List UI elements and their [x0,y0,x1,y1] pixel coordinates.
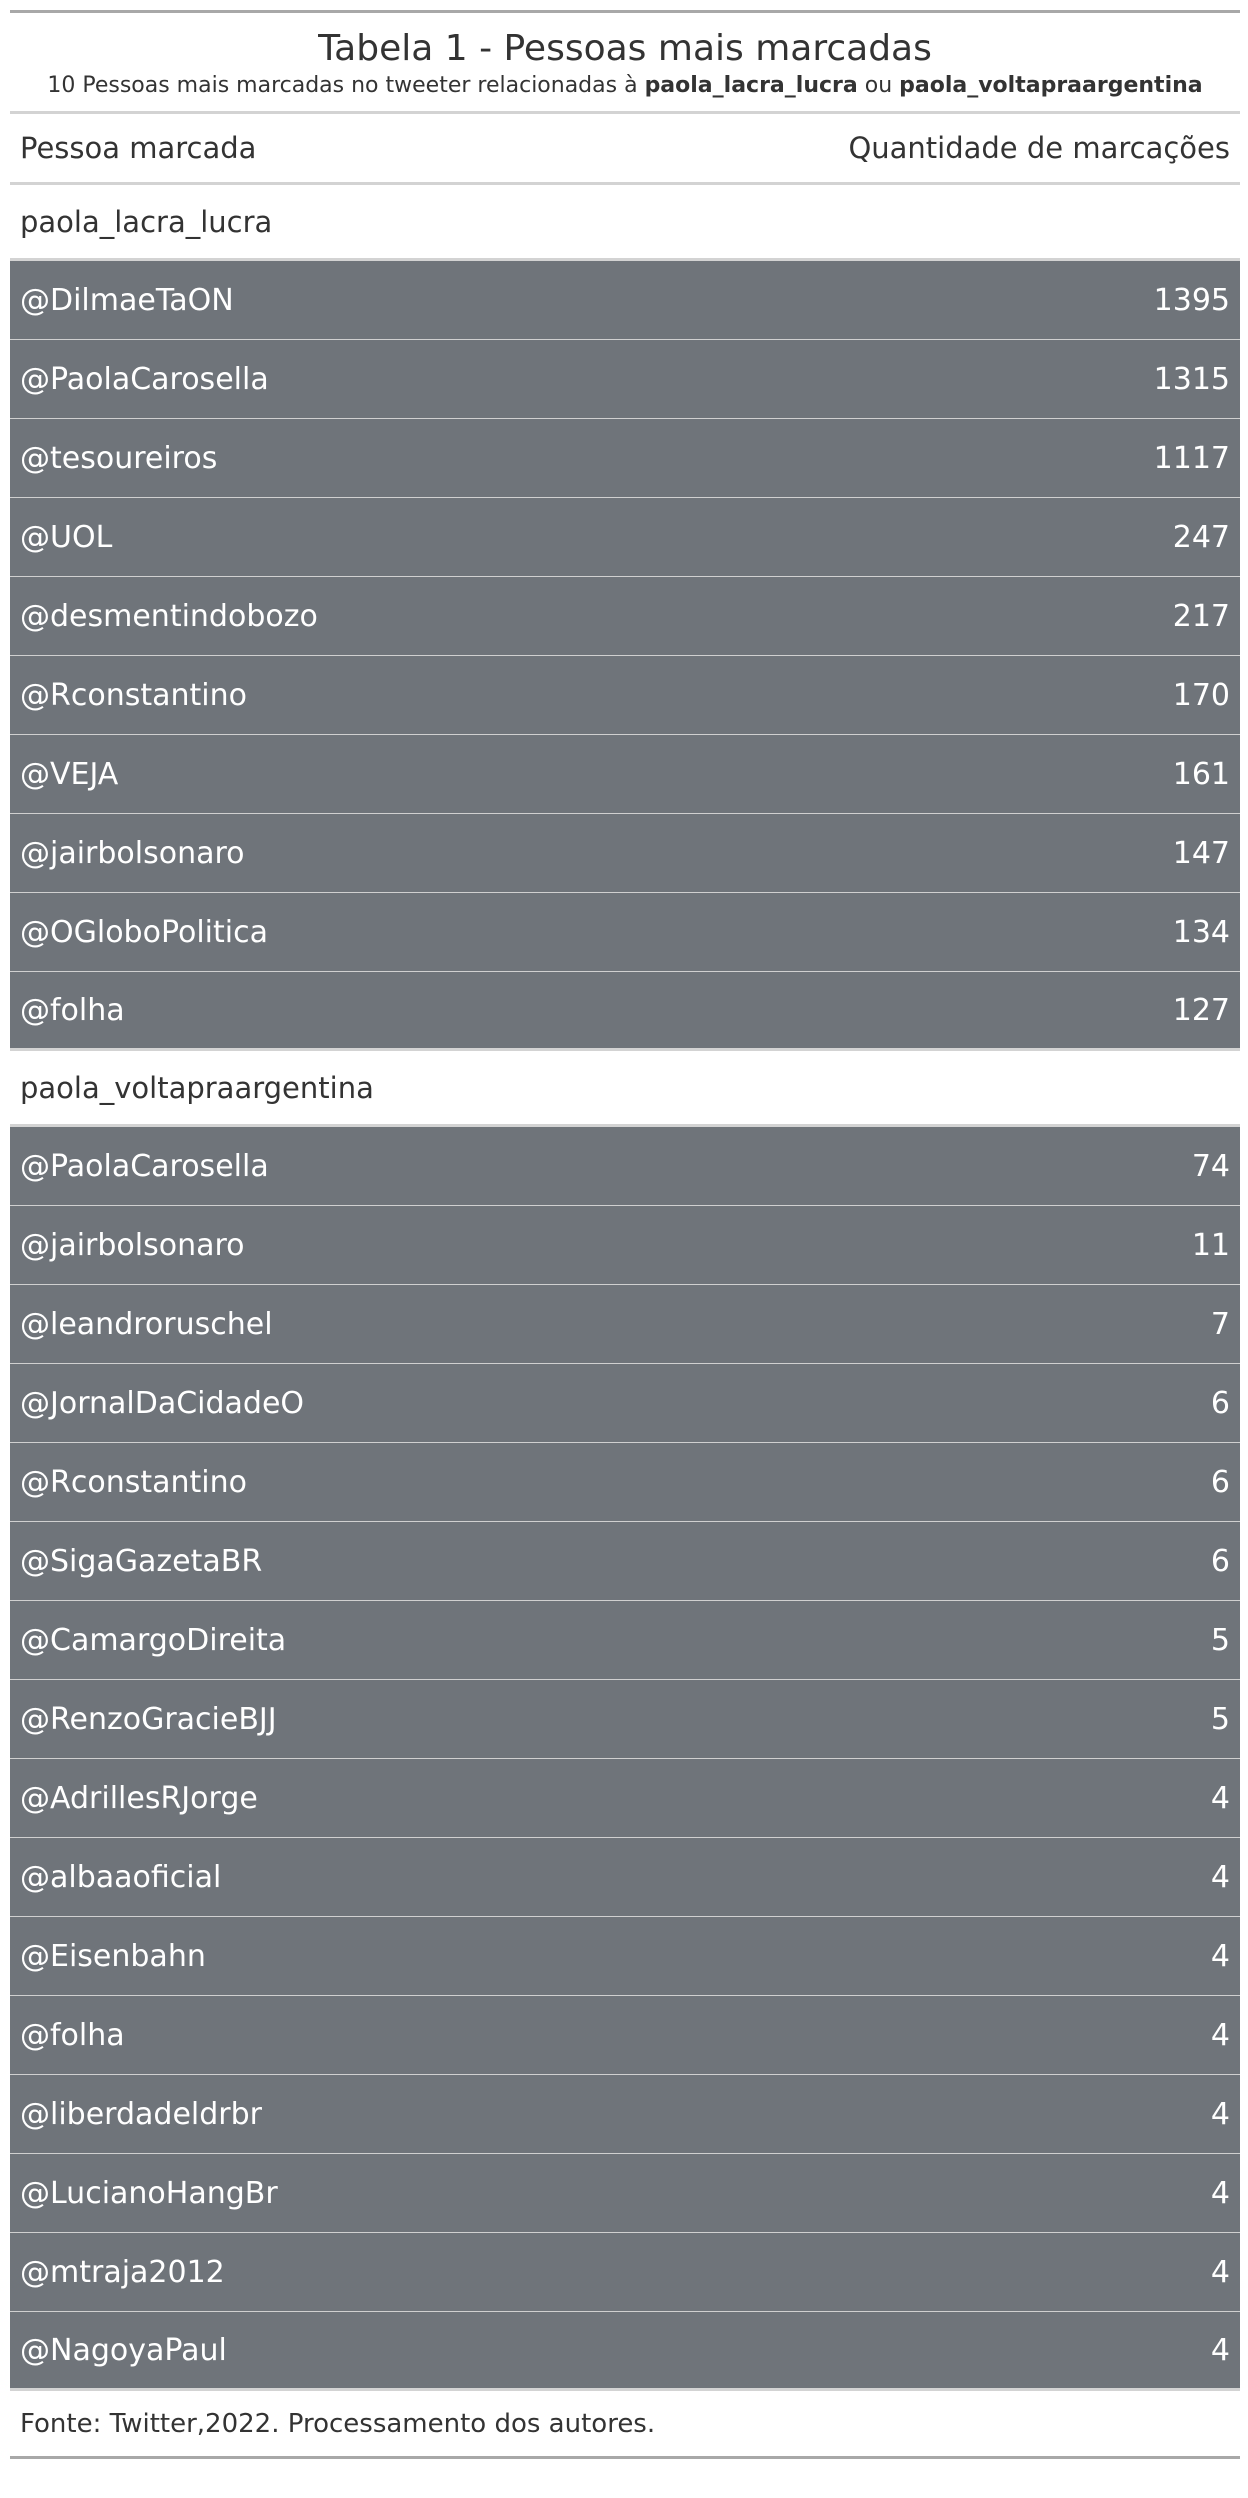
table-row: @RenzoGracieBJJ 5 [10,1680,1240,1759]
table-row: @AdrillesRJorge 4 [10,1759,1240,1838]
person-cell: @desmentindobozo [20,598,318,634]
table-row: @NagoyaPaul 4 [10,2312,1240,2391]
table-row: @leandroruschel 7 [10,1285,1240,1364]
person-cell: @mtraja2012 [20,2254,225,2290]
table-row: @LucianoHangBr 4 [10,2154,1240,2233]
table-row: @tesoureiros 1117 [10,419,1240,498]
count-cell: 7 [1210,1306,1230,1342]
table-title: Tabela 1 - Pessoas mais marcadas [318,28,932,69]
count-cell: 1395 [1153,282,1230,318]
count-cell: 6 [1210,1385,1230,1421]
count-cell: 170 [1172,677,1230,713]
count-cell: 161 [1172,756,1230,792]
count-cell: 4 [1210,1859,1230,1895]
person-cell: @CamargoDireita [20,1622,287,1658]
count-cell: 4 [1210,2096,1230,2132]
count-cell: 11 [1191,1227,1230,1263]
table-row: @albaaoficial 4 [10,1838,1240,1917]
person-cell: @AdrillesRJorge [20,1780,258,1816]
count-cell: 4 [1210,2175,1230,2211]
count-cell: 5 [1210,1701,1230,1737]
table-row: @mtraja2012 4 [10,2233,1240,2312]
person-cell: @UOL [20,519,113,555]
person-cell: @LucianoHangBr [20,2175,278,2211]
count-cell: 127 [1172,992,1230,1028]
table-row: @VEJA 161 [10,735,1240,814]
table-row: @CamargoDireita 5 [10,1601,1240,1680]
person-cell: @Rconstantino [20,677,247,713]
count-cell: 4 [1210,1780,1230,1816]
table-row: @SigaGazetaBR 6 [10,1522,1240,1601]
table-subtitle: 10 Pessoas mais marcadas no tweeter rela… [10,73,1240,111]
person-cell: @folha [20,2017,125,2053]
table-row: @DilmaeTaON 1395 [10,261,1240,340]
person-cell: @DilmaeTaON [20,282,234,318]
column-header-row: Pessoa marcada Quantidade de marcações [10,114,1240,182]
table-row: @folha 4 [10,1996,1240,2075]
data-table: Tabela 1 - Pessoas mais marcadas 10 Pess… [10,10,1240,2459]
person-cell: @PaolaCarosella [20,361,269,397]
group-rows-lacra-lucra: @DilmaeTaON 1395 @PaolaCarosella 1315 @tesou… [10,261,1240,1051]
count-cell: 1117 [1153,440,1230,476]
table-row: @desmentindobozo 217 [10,577,1240,656]
person-cell: @folha [20,992,125,1028]
table-row: @OGloboPolitica 134 [10,893,1240,972]
person-cell: @Eisenbahn [20,1938,206,1974]
person-cell: @NagoyaPaul [20,2332,227,2368]
count-cell: 74 [1191,1148,1230,1184]
table-row: @Rconstantino 170 [10,656,1240,735]
person-cell: @RenzoGracieBJJ [20,1701,277,1737]
count-cell: 217 [1172,598,1230,634]
group-label: paola_lacra_lucra [10,185,1240,261]
person-cell: @albaaoficial [20,1859,222,1895]
subtitle-prefix: 10 Pessoas mais marcadas no tweeter rela… [47,73,645,98]
person-cell: @OGloboPolitica [20,914,268,950]
table-row: @jairbolsonaro 147 [10,814,1240,893]
table-row: @JornalDaCidadeO 6 [10,1364,1240,1443]
count-cell: 4 [1210,2254,1230,2290]
table-row: @folha 127 [10,972,1240,1051]
count-cell: 6 [1210,1464,1230,1500]
count-cell: 4 [1210,2017,1230,2053]
table-row: @liberdadeldrbr 4 [10,2075,1240,2154]
subtitle-mid: ou [857,73,900,98]
group-rows-voltapraargentina: @PaolaCarosella 74 @jairbolsonaro 11 @leandr… [10,1127,1240,2391]
table-row: @UOL 247 [10,498,1240,577]
count-cell: 147 [1172,835,1230,871]
table-row: @PaolaCarosella 1315 [10,340,1240,419]
subtitle-hashtag-2: paola_voltapraargentina [899,73,1203,98]
person-cell: @leandroruschel [20,1306,273,1342]
column-header-person: Pessoa marcada [20,131,257,165]
person-cell: @Rconstantino [20,1464,247,1500]
column-header-count: Quantidade de marcações [848,131,1230,165]
count-cell: 1315 [1153,361,1230,397]
table-row: @Rconstantino 6 [10,1443,1240,1522]
count-cell: 4 [1210,1938,1230,1974]
person-cell: @jairbolsonaro [20,1227,245,1263]
count-cell: 134 [1172,914,1230,950]
table-row: @Eisenbahn 4 [10,1917,1240,1996]
count-cell: 5 [1210,1622,1230,1658]
table-row: @jairbolsonaro 11 [10,1206,1240,1285]
person-cell: @liberdadeldrbr [20,2096,262,2132]
table-row: @PaolaCarosella 74 [10,1127,1240,1206]
person-cell: @JornalDaCidadeO [20,1385,305,1421]
person-cell: @SigaGazetaBR [20,1543,263,1579]
group-label: paola_voltapraargentina [10,1051,1240,1127]
subtitle-hashtag-1: paola_lacra_lucra [644,73,858,98]
person-cell: @tesoureiros [20,440,218,476]
count-cell: 247 [1172,519,1230,555]
count-cell: 6 [1210,1543,1230,1579]
source-note: Fonte: Twitter,2022. Processamento dos a… [10,2391,1240,2459]
count-cell: 4 [1210,2332,1230,2368]
person-cell: @VEJA [20,756,119,792]
person-cell: @PaolaCarosella [20,1148,269,1184]
person-cell: @jairbolsonaro [20,835,245,871]
